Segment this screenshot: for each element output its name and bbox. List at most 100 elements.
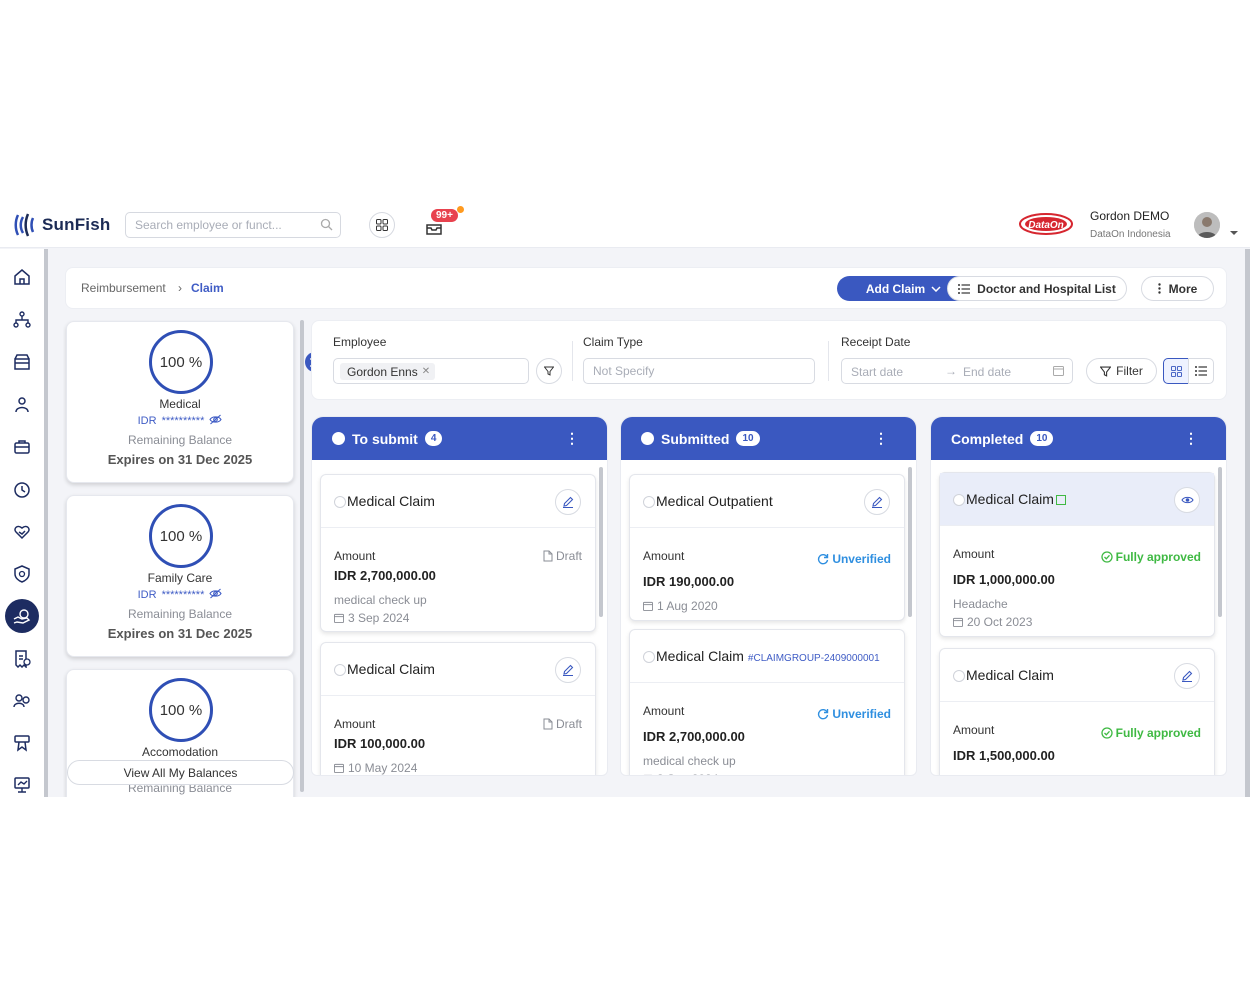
card-header: Medical Claim	[321, 475, 595, 528]
column-scrollbar[interactable]	[1218, 467, 1222, 617]
filter-bar: Employee Gordon Enns ✕ Claim Type Not Sp…	[311, 320, 1227, 400]
employee-chip: Gordon Enns ✕	[340, 363, 436, 380]
claim-description: medical check up	[643, 754, 736, 768]
employee-filter-button[interactable]	[536, 358, 562, 384]
claim-card[interactable]: Medical Claim #CLAIMGROUP-2409000001 Amoun…	[629, 629, 905, 775]
view-all-balances-button[interactable]: View All My Balances	[67, 760, 294, 785]
remaining-balance-label: Remaining Balance	[127, 433, 233, 447]
select-all-radio[interactable]	[641, 432, 654, 445]
select-all-radio[interactable]	[332, 432, 345, 445]
eye-off-icon[interactable]	[209, 414, 223, 428]
claim-title: Medical Claim	[347, 661, 435, 677]
apps-menu-button[interactable]	[369, 212, 395, 238]
search-icon[interactable]	[320, 218, 333, 236]
sidebar-item-receipt[interactable]	[8, 645, 36, 673]
sidebar-item-home[interactable]	[8, 263, 36, 291]
company-logo-text: DataOn	[1028, 220, 1064, 231]
claim-title: Medical Claim	[347, 493, 435, 509]
sidebar-scrollbar[interactable]	[44, 249, 48, 797]
sidebar-item-store[interactable]	[8, 348, 36, 376]
balance-scrollbar[interactable]	[300, 320, 304, 792]
award-icon	[14, 735, 30, 752]
column-menu-icon[interactable]: ⋮	[565, 431, 579, 445]
column-title: Submitted	[661, 430, 730, 447]
breadcrumb-separator: ›	[178, 281, 182, 295]
list-view-toggle[interactable]	[1188, 358, 1214, 384]
sidebar-item-heart-hand[interactable]	[8, 518, 36, 546]
breadcrumb-root[interactable]: Reimbursement	[81, 281, 166, 295]
sidebar-item-presentation[interactable]	[8, 771, 36, 797]
end-date-input[interactable]: End date	[963, 365, 1011, 379]
claim-card[interactable]: Medical Outpatient Amount Unverified IDR 19…	[629, 474, 905, 621]
card-title[interactable]: Medical Claim	[347, 661, 435, 677]
card-title[interactable]: Medical Claim	[966, 491, 1066, 507]
status-badge: Fully approved	[1100, 726, 1201, 740]
employee-select[interactable]: Gordon Enns ✕	[333, 358, 529, 384]
edit-claim-button[interactable]	[864, 489, 890, 515]
sidebar-item-shield[interactable]	[8, 560, 36, 588]
sidebar-item-org-chart[interactable]	[8, 306, 36, 334]
card-select-radio[interactable]	[953, 494, 965, 506]
card-title[interactable]: Medical Outpatient	[656, 493, 773, 509]
brand-logo[interactable]: SunFish	[14, 211, 110, 239]
claim-card[interactable]: Medical Claim Amount Draft IDR 2,700,000.00…	[320, 474, 596, 632]
claim-card[interactable]: Medical Claim Amount Fully approved IDR 1,0…	[939, 472, 1215, 637]
receipt-date-range-picker[interactable]: Start date → End date	[841, 358, 1073, 384]
store-icon	[14, 354, 30, 370]
claim-card[interactable]: Medical Claim Amount Draft IDR 100,000.00 10…	[320, 642, 596, 775]
calendar-icon[interactable]	[1053, 365, 1064, 379]
claim-card[interactable]: Medical Claim Amount Fully approved IDR 1,5…	[939, 648, 1215, 775]
column-scrollbar[interactable]	[908, 467, 912, 617]
start-date-input[interactable]: Start date	[851, 365, 903, 379]
column-menu-icon[interactable]: ⋮	[1184, 431, 1198, 445]
card-title[interactable]: Medical Claim	[347, 493, 435, 509]
card-select-radio[interactable]	[334, 496, 346, 508]
claim-date: 10 May 2024	[334, 761, 417, 775]
card-select-radio[interactable]	[334, 664, 346, 676]
chevron-down-icon[interactable]	[1229, 223, 1239, 241]
edit-claim-button[interactable]	[1174, 663, 1200, 689]
sidebar-item-people-settings[interactable]	[8, 687, 36, 715]
eye-off-icon[interactable]	[209, 588, 223, 602]
filter-button[interactable]: Filter	[1086, 358, 1157, 384]
claim-date-text: 3 Sep 2024	[657, 772, 718, 775]
page-scrollbar[interactable]	[1245, 249, 1250, 797]
avatar[interactable]	[1194, 212, 1220, 238]
view-claim-button[interactable]	[1174, 487, 1200, 513]
edit-claim-button[interactable]	[555, 657, 581, 683]
inbox-button[interactable]	[425, 220, 445, 238]
card-select-radio[interactable]	[953, 670, 965, 682]
card-select-radio[interactable]	[643, 651, 655, 663]
card-title[interactable]: Medical Claim #CLAIMGROUP-2409000001	[656, 648, 880, 664]
grid-view-toggle[interactable]	[1163, 358, 1189, 384]
calendar-icon	[334, 613, 344, 623]
balance-card[interactable]: 100 % Medical IDR ********** Remaining Balan…	[66, 321, 294, 483]
user-name[interactable]: Gordon DEMO	[1090, 209, 1169, 223]
sidebar-item-briefcase[interactable]	[8, 433, 36, 461]
list-icon	[1195, 366, 1207, 376]
doctor-hospital-list-button[interactable]: Doctor and Hospital List	[947, 276, 1127, 301]
sidebar-item-person[interactable]	[8, 391, 36, 419]
receipt-icon	[15, 650, 31, 668]
sidebar	[0, 249, 44, 797]
kebab-icon	[1157, 283, 1161, 294]
claim-group-tag[interactable]: #CLAIMGROUP-2409000001	[748, 653, 880, 664]
sidebar-item-award[interactable]	[8, 729, 36, 757]
close-icon[interactable]: ✕	[422, 366, 430, 377]
status-badge: Draft	[543, 549, 582, 563]
sidebar-item-clock[interactable]	[8, 476, 36, 504]
sidebar-item-money-hand[interactable]	[5, 599, 39, 633]
status-label: Fully approved	[1115, 726, 1201, 740]
balance-card[interactable]: 100 % Family Care IDR ********** Remaining B…	[66, 495, 294, 657]
edit-claim-button[interactable]	[555, 489, 581, 515]
card-select-radio[interactable]	[643, 496, 655, 508]
column-scrollbar[interactable]	[599, 467, 603, 617]
search-input[interactable]	[135, 213, 315, 237]
divider	[572, 341, 573, 381]
card-title[interactable]: Medical Claim	[966, 667, 1054, 683]
claim-type-select[interactable]: Not Specify	[583, 358, 815, 384]
balance-masked-value: **********	[161, 415, 205, 427]
more-button[interactable]: More	[1141, 276, 1214, 301]
column-menu-icon[interactable]: ⋮	[874, 431, 888, 445]
list-icon	[958, 283, 971, 294]
